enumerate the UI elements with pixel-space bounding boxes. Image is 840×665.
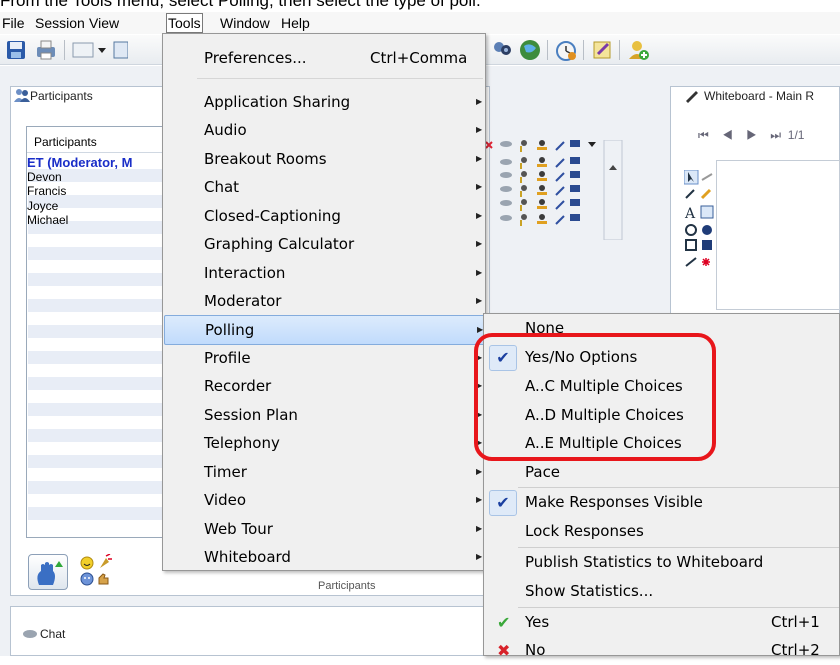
participants-panel-title: Participants <box>30 89 93 103</box>
submenu-arrow-icon: ▶ <box>476 296 483 305</box>
submenu-arrow-icon: ▶ <box>476 154 483 163</box>
menu-item-whiteboard[interactable]: Whiteboard ▶ <box>164 543 484 571</box>
next-page-icon[interactable]: ▶ <box>746 128 757 142</box>
menu-item-lock-responses[interactable]: Lock Responses <box>485 517 840 546</box>
red-x-icon: ✖ <box>497 641 511 660</box>
chat-panel <box>10 606 490 656</box>
chat-panel-title: Chat <box>40 627 66 641</box>
prev-page-icon[interactable]: ◀ <box>722 128 733 142</box>
menu-item-make-responses-visible[interactable]: ✔ Make Responses Visible <box>485 488 840 517</box>
submenu-arrow-icon: ▶ <box>476 268 483 277</box>
layout-dropdown-icon[interactable] <box>70 38 108 62</box>
globe-icon[interactable] <box>518 38 542 62</box>
participant-row[interactable]: Joyce <box>27 199 58 213</box>
raise-hand-icon <box>37 561 63 585</box>
participant-row[interactable]: Francis <box>27 184 66 198</box>
participants-column-header[interactable]: Participants <box>34 135 97 149</box>
menu-item-moderator[interactable]: Moderator ▶ <box>164 287 484 315</box>
menu-item-profile[interactable]: Profile ▶ <box>164 344 484 372</box>
whiteboard-toolbar-icon[interactable] <box>112 38 129 62</box>
add-user-icon[interactable] <box>626 38 650 62</box>
menu-item-yes[interactable]: ✔ Yes Ctrl+1 <box>485 608 840 637</box>
menu-item-show-statistics[interactable]: Show Statistics... <box>485 577 840 606</box>
whiteboard-canvas[interactable] <box>716 160 840 310</box>
submenu-arrow-icon: ▶ <box>476 97 483 106</box>
menu-item-audio[interactable]: Audio ▶ <box>164 116 484 144</box>
emoticon-applause-icon[interactable] <box>96 553 112 574</box>
menu-item-breakout-rooms[interactable]: Breakout Rooms ▶ <box>164 145 484 173</box>
poll-option-pace[interactable]: Pace <box>485 458 840 487</box>
raise-hand-button[interactable] <box>28 554 68 590</box>
submenu-arrow-icon: ▶ <box>476 524 483 533</box>
save-icon[interactable] <box>4 38 28 62</box>
menu-item-chat[interactable]: Chat ▶ <box>164 173 484 201</box>
menu-item-web-tour[interactable]: Web Tour ▶ <box>164 515 484 543</box>
menu-item-no[interactable]: ✖ No Ctrl+2 <box>485 636 840 665</box>
participant-row[interactable]: Michael <box>27 213 68 227</box>
timer-icon[interactable] <box>554 38 578 62</box>
menu-item-interaction[interactable]: Interaction ▶ <box>164 259 484 287</box>
menu-item-video[interactable]: Video ▶ <box>164 486 484 514</box>
whiteboard-panel-title: Whiteboard - Main R <box>704 89 815 103</box>
notes-icon[interactable] <box>590 38 614 62</box>
menu-tools[interactable]: Tools <box>166 13 203 33</box>
instruction-text: From the Tools menu, select Polling, the… <box>0 0 481 10</box>
pencil-icon <box>684 89 700 107</box>
page-indicator: 1/1 <box>787 128 805 142</box>
menu-file[interactable]: File <box>2 14 25 32</box>
participants-caption: Participants <box>318 580 376 592</box>
submenu-arrow-icon: ▶ <box>476 552 483 561</box>
checkmark-icon: ✔ <box>489 490 517 516</box>
menu-item-polling[interactable]: Polling ▶ <box>164 315 486 345</box>
menu-item-telephony[interactable]: Telephony ▶ <box>164 429 484 457</box>
last-page-icon[interactable]: ⏭ <box>770 128 781 142</box>
menu-item-timer[interactable]: Timer ▶ <box>164 458 484 486</box>
whiteboard-page-nav[interactable]: ⏮ ◀ ▶ ⏭ 1/1 <box>698 128 804 143</box>
participant-row[interactable]: ET (Moderator, M <box>27 155 132 170</box>
menu-item-closed-captioning[interactable]: Closed-Captioning ▶ <box>164 202 484 230</box>
menu-item-recorder[interactable]: Recorder ▶ <box>164 372 484 400</box>
menu-item-application-sharing[interactable]: Application Sharing ▶ <box>164 88 484 116</box>
emoticon-thumbs-icon[interactable] <box>96 572 110 590</box>
emoticon-sad-icon[interactable] <box>80 572 94 590</box>
menu-bar: File Session View Tools Window Help <box>0 12 840 34</box>
menu-view[interactable]: View <box>89 14 119 32</box>
submenu-arrow-icon: ▶ <box>476 182 483 191</box>
green-check-icon: ✔ <box>497 613 511 632</box>
participants-toolbar-icon[interactable] <box>490 38 514 62</box>
submenu-arrow-icon: ▶ <box>476 239 483 248</box>
print-icon[interactable] <box>34 38 58 62</box>
menu-window[interactable]: Window <box>220 14 270 32</box>
menu-item-graphing-calculator[interactable]: Graphing Calculator ▶ <box>164 230 484 258</box>
highlight-callout <box>474 333 716 461</box>
whiteboard-tools: A <box>683 169 714 310</box>
submenu-arrow-icon: ▶ <box>476 467 483 476</box>
menu-session[interactable]: Session <box>35 14 85 32</box>
submenu-arrow-icon: ▶ <box>476 495 483 504</box>
tools-menu: Preferences... Ctrl+Comma Application Sh… <box>162 33 486 571</box>
menu-item-session-plan[interactable]: Session Plan ▶ <box>164 401 484 429</box>
svg-text:A: A <box>684 206 696 222</box>
submenu-arrow-icon: ▶ <box>476 125 483 134</box>
participant-row[interactable]: Devon <box>27 170 62 184</box>
first-page-icon[interactable]: ⏮ <box>698 128 709 142</box>
menu-item-preferences[interactable]: Preferences... Ctrl+Comma <box>164 44 484 72</box>
submenu-arrow-icon: ▶ <box>476 211 483 220</box>
participant-status-columns <box>484 139 624 241</box>
participants-icon <box>14 88 30 106</box>
chat-icon <box>22 628 38 644</box>
menu-item-publish-statistics[interactable]: Publish Statistics to Whiteboard <box>485 548 840 577</box>
menu-help[interactable]: Help <box>281 14 310 32</box>
